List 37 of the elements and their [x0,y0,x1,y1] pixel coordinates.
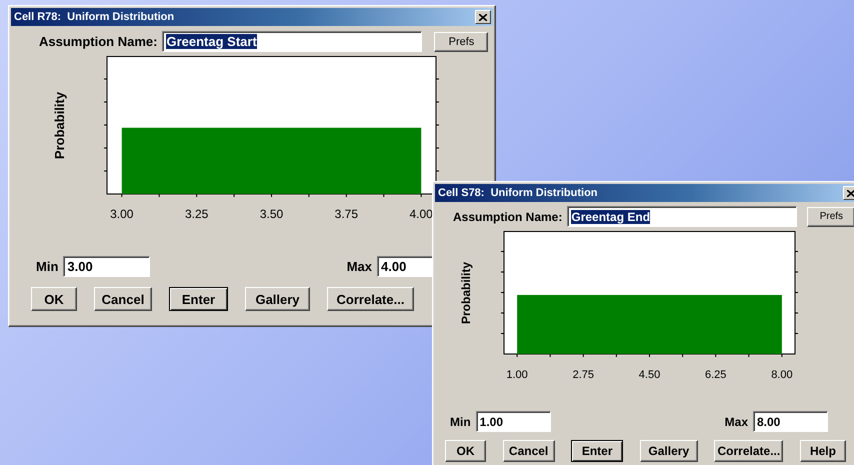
window-title: Cell R78: Uniform Distribution [14,11,174,23]
tick-label: 8.00 [771,369,793,381]
dialog-button[interactable]: Correlate... [327,287,414,311]
dialog-button[interactable]: Enter [571,440,624,462]
dialog-button[interactable]: Correlate... [714,440,784,462]
tick-label: 4.50 [638,369,660,381]
field-label: Min [36,259,58,274]
tick-label: 3.00 [110,207,134,221]
tick-label: 3.50 [260,207,284,221]
tick-label: 1.00 [506,369,528,381]
name-field[interactable]: Greentag Start [162,31,422,52]
tick-label: 3.25 [184,207,208,221]
field-label: Assumption Name: [39,34,158,49]
min-field[interactable]: 1.00 [476,411,551,432]
dialog-button[interactable]: Gallery [245,287,310,311]
dialog-button[interactable]: OK [31,287,77,311]
field-label: Max [724,414,748,428]
dialog-button[interactable]: Cancel [94,287,152,311]
field-label: Min [450,414,471,428]
min-field[interactable]: 3.00 [63,256,150,277]
tick-label: 3.75 [334,207,358,221]
name-field[interactable]: Greentag End [567,206,798,227]
max-field[interactable]: 8.00 [753,411,828,432]
tick-label: 4.00 [410,207,433,221]
window-title: Cell S78: Uniform Distribution [438,187,598,199]
prefs-button[interactable]: Prefs [807,206,854,226]
tick-label: 6.25 [705,369,726,381]
dialog-button[interactable]: Gallery [640,440,698,462]
tick-label: 2.75 [572,369,594,381]
dialog-button[interactable]: OK [445,440,486,462]
dialog-button[interactable]: Enter [169,287,228,311]
field-label: Assumption Name: [453,210,562,224]
axis-label: Probability [52,91,68,159]
dialog-button[interactable]: Help [800,440,846,462]
dialog-button[interactable]: Cancel [502,440,555,462]
field-label: Max [346,259,372,274]
prefs-button[interactable]: Prefs [434,32,488,52]
